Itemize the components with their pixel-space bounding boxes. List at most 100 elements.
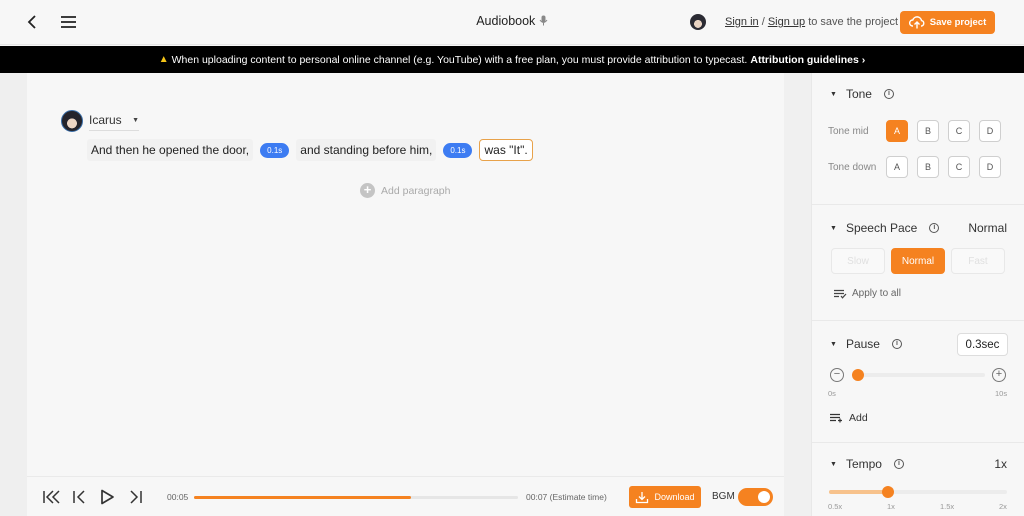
sign-up-link[interactable]: Sign up xyxy=(768,16,805,28)
tempo-slider-thumb[interactable] xyxy=(882,486,895,498)
collapse-triangle-icon: ▼ xyxy=(830,224,837,232)
tone-down-b[interactable]: B xyxy=(917,156,939,178)
current-time: 00:05 xyxy=(167,492,189,502)
add-pause-label: Add xyxy=(849,412,868,424)
add-paragraph-label: Add paragraph xyxy=(381,184,451,197)
tone-down-d[interactable]: D xyxy=(979,156,1001,178)
signin-prompt: Sign in / Sign up to save the project xyxy=(725,16,898,28)
settings-panel: ▼ Tone i Tone mid A B C D Tone down A B C… xyxy=(811,73,1024,516)
warning-icon: ▲ xyxy=(158,54,169,65)
chevron-right-icon: › xyxy=(861,53,866,66)
progress-bar[interactable] xyxy=(194,496,518,499)
pause-chip[interactable]: 0.1s xyxy=(443,142,473,158)
script-editor: Icarus ▼ And then he opened the door, 0.… xyxy=(27,73,784,476)
speaker-selector[interactable]: Icarus ▼ xyxy=(61,110,139,132)
tone-down-row: Tone down A B C D xyxy=(828,156,1010,178)
add-pause-button[interactable]: Add xyxy=(829,412,868,424)
toggle-knob xyxy=(758,491,770,503)
speaker-name: Icarus xyxy=(89,113,122,127)
tempo-tick: 1.5x xyxy=(940,502,955,511)
hamburger-menu-icon[interactable] xyxy=(58,12,80,32)
tone-mid-row: Tone mid A B C D xyxy=(828,120,1010,142)
pause-title: Pause xyxy=(845,337,880,351)
next-icon[interactable] xyxy=(126,488,146,506)
collapse-triangle-icon: ▼ xyxy=(830,90,837,98)
tempo-slider-fill xyxy=(829,490,889,494)
panel-divider xyxy=(784,73,811,516)
text-segment-active[interactable]: was "It". xyxy=(479,139,533,161)
speech-pace-header[interactable]: ▼ Speech Pace i xyxy=(830,221,940,235)
pause-header[interactable]: ▼ Pause i xyxy=(830,337,902,351)
list-add-icon xyxy=(830,413,842,423)
tempo-title: Tempo xyxy=(845,457,882,471)
tone-section: ▼ Tone i Tone mid A B C D Tone down A B C… xyxy=(812,73,1024,205)
pace-slow-button[interactable]: Slow xyxy=(831,248,885,274)
paragraph: And then he opened the door, 0.1s and st… xyxy=(87,139,533,161)
speech-pace-title: Speech Pace xyxy=(845,221,918,235)
progress-fill xyxy=(194,496,412,499)
cloud-upload-icon xyxy=(908,16,925,29)
tempo-header[interactable]: ▼ Tempo i xyxy=(830,457,904,471)
save-project-label: Save project xyxy=(929,17,987,28)
tone-mid-a[interactable]: A xyxy=(886,120,908,142)
pace-normal-button[interactable]: Normal xyxy=(891,248,945,274)
info-icon[interactable]: i xyxy=(883,89,894,99)
guest-avatar xyxy=(690,14,706,30)
tempo-tick: 2x xyxy=(999,502,1007,511)
plus-circle-icon[interactable]: + xyxy=(992,368,1006,382)
info-icon[interactable]: i xyxy=(893,459,904,469)
pace-fast-button[interactable]: Fast xyxy=(951,248,1005,274)
pause-slider-thumb[interactable] xyxy=(851,369,864,381)
bgm-label: BGM xyxy=(712,491,735,502)
download-icon xyxy=(636,491,649,503)
download-label: Download xyxy=(654,492,695,502)
bgm-toggle[interactable] xyxy=(738,488,773,506)
info-icon[interactable]: i xyxy=(891,339,902,349)
speech-pace-options: Slow Normal Fast xyxy=(831,248,1005,274)
play-icon[interactable] xyxy=(97,488,117,506)
microphone-icon xyxy=(539,15,548,26)
tempo-slider[interactable] xyxy=(829,486,1007,498)
banner-message: When uploading content to personal onlin… xyxy=(171,53,748,66)
tempo-value: 1x xyxy=(994,457,1007,471)
pause-slider[interactable] xyxy=(851,369,985,381)
tone-mid-c[interactable]: C xyxy=(948,120,970,142)
tempo-tick: 1x xyxy=(887,502,895,511)
tone-mid-d[interactable]: D xyxy=(979,120,1001,142)
info-icon[interactable]: i xyxy=(929,223,940,233)
plus-circle-icon: + xyxy=(360,183,375,198)
pause-value-input[interactable]: 0.3sec xyxy=(957,333,1008,356)
attribution-guidelines-label: Attribution guidelines xyxy=(750,53,859,66)
pause-chip[interactable]: 0.1s xyxy=(260,142,290,158)
tone-header[interactable]: ▼ Tone i xyxy=(830,87,894,101)
tone-mid-b[interactable]: B xyxy=(917,120,939,142)
skip-to-start-icon[interactable] xyxy=(42,488,62,506)
tone-title: Tone xyxy=(845,87,872,101)
speaker-dropdown[interactable]: Icarus ▼ xyxy=(89,111,139,131)
left-gutter xyxy=(0,73,27,516)
attribution-guidelines-link[interactable]: Attribution guidelines › xyxy=(750,54,865,66)
collapse-triangle-icon: ▼ xyxy=(830,340,837,348)
back-arrow-icon[interactable] xyxy=(22,12,42,32)
speaker-avatar xyxy=(61,110,83,132)
add-paragraph-button[interactable]: + Add paragraph xyxy=(360,183,450,198)
tone-down-a[interactable]: A xyxy=(886,156,908,178)
download-button[interactable]: Download xyxy=(629,486,701,508)
previous-icon[interactable] xyxy=(70,488,90,506)
tone-down-c[interactable]: C xyxy=(948,156,970,178)
signin-separator: / xyxy=(761,16,765,28)
project-title[interactable]: Audiobook xyxy=(476,14,535,28)
pause-min-label: 0s xyxy=(828,389,836,398)
attribution-banner: ▲ When uploading content to personal onl… xyxy=(0,46,1024,73)
sign-in-link[interactable]: Sign in xyxy=(725,16,759,28)
top-bar: Audiobook Sign in / Sign up to save the … xyxy=(0,0,1024,45)
speech-pace-value: Normal xyxy=(968,221,1007,235)
save-project-button[interactable]: Save project xyxy=(900,11,995,34)
audio-player: 00:05 00:07 (Estimate time) Download BGM xyxy=(27,476,784,516)
apply-to-all-button[interactable]: Apply to all xyxy=(833,288,901,299)
minus-circle-icon[interactable]: − xyxy=(830,368,844,382)
collapse-triangle-icon: ▼ xyxy=(830,460,837,468)
text-segment[interactable]: and standing before him, xyxy=(296,139,437,161)
text-segment[interactable]: And then he opened the door, xyxy=(87,139,254,161)
pause-max-label: 10s xyxy=(995,389,1008,398)
